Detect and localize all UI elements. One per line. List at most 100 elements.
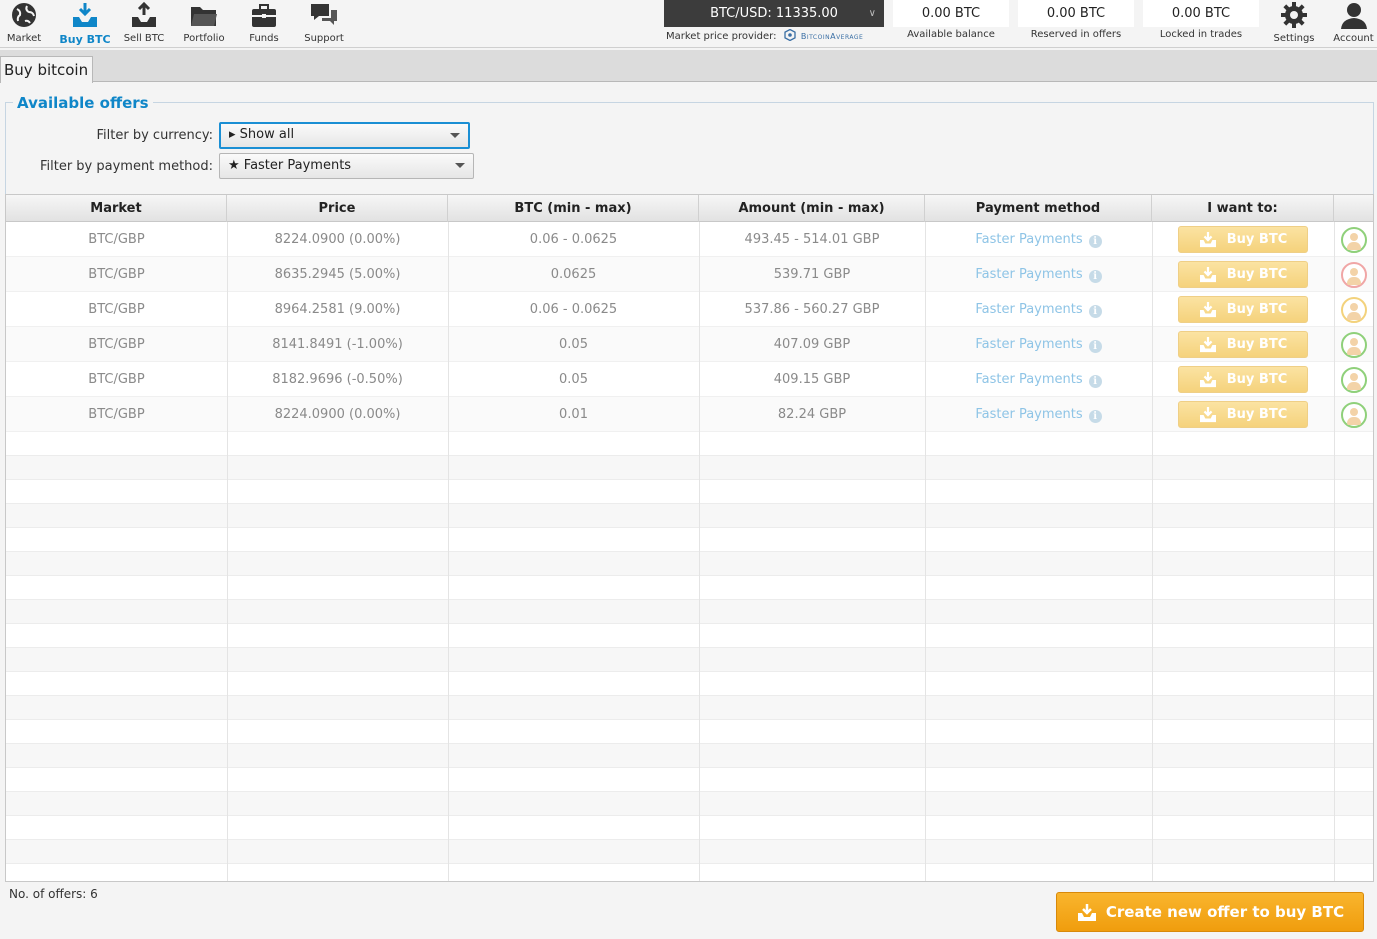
column-header-action[interactable]: I want to: [1152, 195, 1334, 222]
cell-payment-method[interactable]: Faster Payments i [925, 222, 1152, 257]
empty-row [6, 576, 1373, 600]
payment-method-link[interactable]: Faster Payments [975, 337, 1082, 352]
buy-btc-button[interactable]: Buy BTC [1178, 296, 1308, 323]
column-header-btc[interactable]: BTC (min - max) [448, 195, 699, 222]
peer-avatar[interactable] [1341, 402, 1367, 428]
column-divider [925, 222, 926, 881]
create-offer-button[interactable]: Create new offer to buy BTC [1056, 892, 1364, 932]
payment-method-link[interactable]: Faster Payments [975, 302, 1082, 317]
cell-amount: 537.86 - 560.27 GBP [744, 302, 880, 317]
nav-support[interactable]: Support [300, 0, 348, 46]
cell-payment-method[interactable]: Faster Payments i [925, 257, 1152, 292]
provider-name[interactable]: BitcoinAverage [801, 32, 863, 41]
cell-btc: 0.0625 [550, 267, 597, 282]
buy-btc-button[interactable]: Buy BTC [1178, 366, 1308, 393]
empty-row [6, 672, 1373, 696]
cell-amount: 493.45 - 514.01 GBP [744, 232, 880, 247]
info-icon[interactable]: i [1088, 235, 1102, 248]
table-row[interactable]: BTC/GBP 8224.0900 (0.00%) 0.01 82.24 GBP Fas… [6, 397, 1373, 432]
buy-btc-label: Buy BTC [1226, 302, 1288, 317]
available-offers-title: Available offers [13, 94, 153, 112]
nav-sell-btc-label: Sell BTC [123, 33, 165, 44]
table-row[interactable]: BTC/GBP 8964.2581 (9.00%) 0.06 - 0.0625 537… [6, 292, 1373, 327]
nav-account[interactable]: Account [1330, 0, 1377, 46]
peer-avatar[interactable] [1341, 297, 1367, 323]
create-offer-label: Create new offer to buy BTC [1105, 903, 1345, 921]
empty-row [6, 624, 1373, 648]
empty-row [6, 528, 1373, 552]
filter-payment-label: Filter by payment method: [39, 159, 213, 174]
column-header-price[interactable]: Price [227, 195, 448, 222]
reserved-balance-value: 0.00 BTC [1018, 0, 1134, 27]
column-header-avatar [1334, 195, 1373, 222]
column-header-market[interactable]: Market [6, 195, 227, 222]
peer-avatar[interactable] [1341, 227, 1367, 253]
nav-funds[interactable]: Funds [244, 0, 284, 46]
nav-settings[interactable]: Settings [1270, 0, 1318, 46]
tab-buy-bitcoin[interactable]: Buy bitcoin [0, 56, 94, 83]
briefcase-icon [252, 4, 276, 27]
reserved-balance-caption: Reserved in offers [1030, 29, 1122, 40]
cell-amount: 539.71 GBP [773, 267, 851, 282]
column-header-amount[interactable]: Amount (min - max) [699, 195, 925, 222]
info-icon[interactable]: i [1088, 375, 1102, 388]
offer-count: No. of offers: 6 [9, 887, 98, 901]
payment-method-link[interactable]: Faster Payments [975, 372, 1082, 387]
empty-row [6, 864, 1373, 881]
buy-btc-button[interactable]: Buy BTC [1178, 261, 1308, 288]
column-header-payment-method[interactable]: Payment method [925, 195, 1152, 222]
cell-payment-method[interactable]: Faster Payments i [925, 362, 1152, 397]
tab-strip: Buy bitcoin [0, 50, 1377, 83]
filter-currency-select[interactable]: ▸ Show all [219, 122, 470, 149]
table-row[interactable]: BTC/GBP 8141.8491 (-1.00%) 0.05 407.09 GBP F… [6, 327, 1373, 362]
empty-row [6, 504, 1373, 528]
nav-buy-btc[interactable]: Buy BTC [57, 0, 113, 46]
filter-payment-select[interactable]: ★ Faster Payments [219, 153, 474, 179]
market-price-selector[interactable]: BTC/USD: 11335.00 ∨ [664, 0, 884, 27]
payment-method-link[interactable]: Faster Payments [975, 407, 1082, 422]
available-balance-caption: Available balance [907, 29, 995, 40]
table-row[interactable]: BTC/GBP 8635.2945 (5.00%) 0.0625 539.71 GBP… [6, 257, 1373, 292]
cell-payment-method[interactable]: Faster Payments i [925, 292, 1152, 327]
nav-account-label: Account [1333, 33, 1374, 44]
buy-btc-button[interactable]: Buy BTC [1178, 401, 1308, 428]
cell-amount: 409.15 GBP [773, 372, 851, 387]
buy-btc-button[interactable]: Buy BTC [1178, 226, 1308, 253]
nav-portfolio-label: Portfolio [183, 33, 225, 44]
offers-table: Market Price BTC (min - max) Amount (min… [5, 194, 1374, 882]
buy-btc-label: Buy BTC [1226, 232, 1288, 247]
payment-method-link[interactable]: Faster Payments [975, 267, 1082, 282]
cell-market: BTC/GBP [88, 372, 145, 387]
dropdown-arrow-icon [450, 133, 460, 138]
info-icon[interactable]: i [1088, 340, 1102, 353]
buy-btc-label: Buy BTC [1226, 372, 1288, 387]
info-icon[interactable]: i [1088, 305, 1102, 318]
table-row[interactable]: BTC/GBP 8182.9696 (-0.50%) 0.05 409.15 GBP F… [6, 362, 1373, 397]
cell-market: BTC/GBP [88, 302, 145, 317]
cell-market: BTC/GBP [88, 407, 145, 422]
payment-method-link[interactable]: Faster Payments [975, 232, 1082, 247]
info-icon[interactable]: i [1088, 410, 1102, 423]
empty-row [6, 648, 1373, 672]
dropdown-arrow-icon [455, 163, 465, 168]
nav-market[interactable]: Market [4, 0, 44, 46]
peer-avatar[interactable] [1341, 367, 1367, 393]
buy-download-icon [73, 3, 97, 27]
nav-portfolio[interactable]: Portfolio [180, 0, 228, 46]
info-icon[interactable]: i [1088, 270, 1102, 283]
peer-avatar[interactable] [1341, 262, 1367, 288]
globe-icon [12, 3, 36, 27]
market-price-ticker: BTC/USD: 11335.00 [710, 6, 838, 21]
reserved-balance: 0.00 BTC Reserved in offers [1018, 0, 1134, 40]
cell-payment-method[interactable]: Faster Payments i [925, 327, 1152, 362]
buy-btc-label: Buy BTC [1226, 407, 1288, 422]
cell-payment-method[interactable]: Faster Payments i [925, 397, 1152, 432]
cell-market: BTC/GBP [88, 232, 145, 247]
cell-btc: 0.01 [559, 407, 588, 422]
available-balance-value: 0.00 BTC [893, 0, 1009, 27]
buy-btc-button[interactable]: Buy BTC [1178, 331, 1308, 358]
peer-avatar[interactable] [1341, 332, 1367, 358]
table-row[interactable]: BTC/GBP 8224.0900 (0.00%) 0.06 - 0.0625 493… [6, 222, 1373, 257]
chevron-down-icon: ∨ [868, 8, 876, 19]
nav-sell-btc[interactable]: Sell BTC [121, 0, 167, 46]
